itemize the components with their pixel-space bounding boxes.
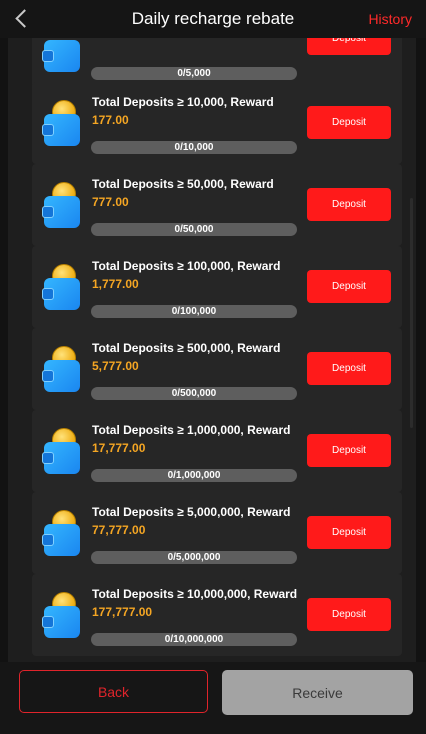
page-title: Daily recharge rebate: [131, 9, 295, 28]
deposit-button[interactable]: Deposit: [307, 106, 391, 139]
task-title: Total Deposits ≥ 5,000,000, Reward: [92, 505, 291, 519]
task-title: Total Deposits ≥ 50,000, Reward: [92, 177, 274, 191]
progress-bar: 0/10,000: [91, 141, 297, 154]
back-button[interactable]: Back: [19, 670, 208, 713]
deposit-button[interactable]: Deposit: [307, 352, 391, 385]
chevron-left-icon[interactable]: [15, 9, 34, 28]
task-card: Total Deposits ≥ 10,000,000, Reward 177,…: [32, 574, 402, 656]
task-title: Total Deposits ≥ 10,000, Reward: [92, 95, 274, 109]
task-title: Total Deposits ≥ 1,000,000, Reward: [92, 423, 291, 437]
footer-bar: Back Receive: [0, 662, 426, 734]
wallet-coin-icon: [42, 180, 82, 228]
task-title: Total Deposits ≥ 100,000, Reward: [92, 259, 281, 273]
deposit-button[interactable]: Deposit: [307, 516, 391, 549]
wallet-coin-icon: [42, 98, 82, 146]
task-reward: 5,777.00: [92, 359, 139, 373]
task-card: Total Deposits ≥ 500,000, Reward 5,777.0…: [32, 328, 402, 410]
task-title: Total Deposits ≥ 10,000,000, Reward: [92, 587, 298, 601]
progress-bar: 0/500,000: [91, 387, 297, 400]
task-card: Total Deposits ≥ 1,000,000, Reward 17,77…: [32, 410, 402, 492]
progress-bar: 0/100,000: [91, 305, 297, 318]
task-list[interactable]: 0/5,000 Deposit Total Deposits ≥ 10,000,…: [8, 38, 416, 662]
task-title: Total Deposits ≥ 500,000, Reward: [92, 341, 281, 355]
wallet-coin-icon: [42, 590, 82, 638]
progress-bar: 0/50,000: [91, 223, 297, 236]
task-reward: 17,777.00: [92, 441, 146, 455]
task-reward: 177.00: [92, 113, 129, 127]
progress-bar: 0/5,000,000: [91, 551, 297, 564]
deposit-button[interactable]: Deposit: [307, 38, 391, 55]
task-reward: 77,777.00: [92, 523, 146, 537]
task-card: Total Deposits ≥ 10,000, Reward 177.00 0…: [32, 82, 402, 164]
wallet-coin-icon: [42, 38, 82, 72]
task-reward: 177,777.00: [92, 605, 153, 619]
deposit-button[interactable]: Deposit: [307, 598, 391, 631]
receive-button[interactable]: Receive: [222, 670, 413, 715]
wallet-coin-icon: [42, 508, 82, 556]
scrollbar[interactable]: [410, 198, 413, 428]
task-card: Total Deposits ≥ 50,000, Reward 777.00 0…: [32, 164, 402, 246]
task-card: Total Deposits ≥ 100,000, Reward 1,777.0…: [32, 246, 402, 328]
deposit-button[interactable]: Deposit: [307, 270, 391, 303]
wallet-coin-icon: [42, 262, 82, 310]
deposit-button[interactable]: Deposit: [307, 434, 391, 467]
progress-bar: 0/10,000,000: [91, 633, 297, 646]
progress-bar: 0/1,000,000: [91, 469, 297, 482]
task-card: Total Deposits ≥ 5,000,000, Reward 77,77…: [32, 492, 402, 574]
task-reward: 1,777.00: [92, 277, 139, 291]
progress-bar: 0/5,000: [91, 67, 297, 80]
deposit-button[interactable]: Deposit: [307, 188, 391, 221]
history-link[interactable]: History: [368, 11, 412, 27]
header-bar: Daily recharge rebate History: [0, 0, 426, 38]
wallet-coin-icon: [42, 426, 82, 474]
task-reward: 777.00: [92, 195, 129, 209]
wallet-coin-icon: [42, 344, 82, 392]
